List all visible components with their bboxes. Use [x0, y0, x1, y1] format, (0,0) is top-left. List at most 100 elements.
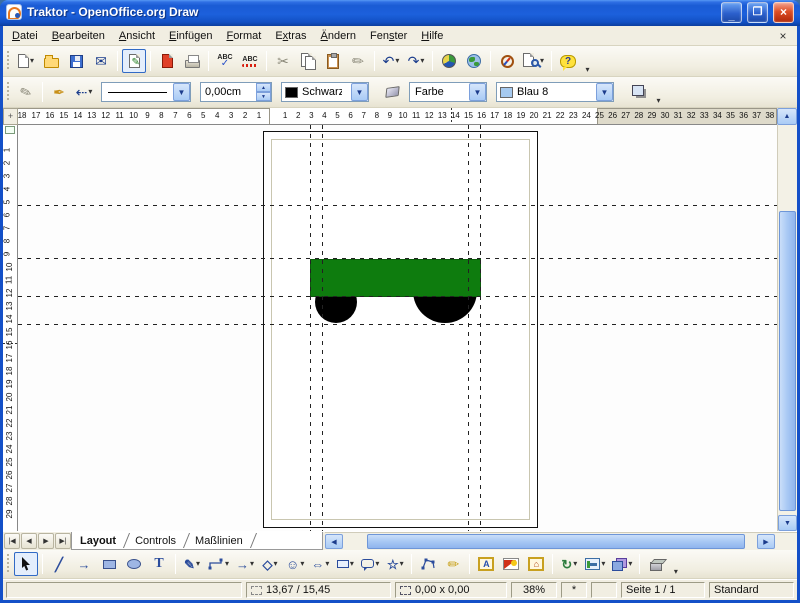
snap-guide-vertical[interactable]: [310, 125, 311, 531]
vertical-ruler[interactable]: 1234567891011121314151617181920212223242…: [3, 125, 18, 531]
fill-type-dropdown-icon[interactable]: ▼: [469, 83, 486, 101]
text-tool-button[interactable]: T: [147, 552, 171, 576]
line-color-dropdown-icon[interactable]: ▼: [351, 83, 368, 101]
line-style-select[interactable]: ▼: [101, 82, 191, 102]
line-style-dropdown-icon[interactable]: ▼: [173, 83, 190, 101]
insert-chart-button[interactable]: [437, 49, 461, 73]
vertical-scrollbar[interactable]: ▼: [777, 125, 797, 531]
curve-tool-button[interactable]: ✎▾: [180, 552, 204, 576]
toolbar-overflow-button[interactable]: ▾: [581, 60, 594, 74]
email-button[interactable]: ✉: [89, 49, 113, 73]
arrow-tool-button[interactable]: →: [72, 552, 96, 576]
arrange-button[interactable]: ▾: [609, 552, 635, 576]
line-width-field[interactable]: 0,00cm▲▼: [200, 82, 272, 102]
navigator-button[interactable]: [495, 49, 519, 73]
next-page-button[interactable]: ▶: [38, 533, 54, 549]
snap-guide-vertical[interactable]: [480, 125, 481, 531]
fill-color-select[interactable]: Blau 8▼: [496, 82, 614, 102]
snap-guide-horizontal[interactable]: [18, 296, 777, 297]
lines-arrows-tool-button[interactable]: →▾: [233, 552, 257, 576]
new-document-button[interactable]: ▾: [14, 49, 38, 73]
status-size-cell[interactable]: 0,00 x 0,00: [395, 582, 507, 598]
ruler-origin-button[interactable]: +: [3, 108, 18, 125]
alignment-button[interactable]: ▾: [582, 552, 608, 576]
extrusion-button[interactable]: [644, 552, 668, 576]
status-zoom-cell[interactable]: 38%: [511, 582, 557, 598]
trailer-body-shape[interactable]: [310, 259, 481, 297]
menu-bearbeiten[interactable]: Bearbeiten: [45, 28, 112, 44]
status-style-cell[interactable]: Standard: [709, 582, 794, 598]
horizontal-ruler[interactable]: 1817161514131211109876543211234567891011…: [18, 108, 777, 125]
menu-fenster[interactable]: Fenster: [363, 28, 414, 44]
tab-maßlinien[interactable]: Maßlinien: [187, 532, 253, 549]
toolbar-grip[interactable]: [5, 51, 11, 71]
scroll-left-button[interactable]: ◀: [325, 534, 343, 549]
paste-button[interactable]: [321, 49, 345, 73]
print-button[interactable]: [180, 49, 204, 73]
line-width-spinner[interactable]: ▲▼: [256, 83, 271, 101]
menu-ndern[interactable]: Ändern: [314, 28, 363, 44]
minimize-button[interactable]: _: [721, 2, 742, 23]
arrow-style-button[interactable]: ⇠▾: [72, 80, 96, 104]
zoom-button[interactable]: ▾: [520, 49, 547, 73]
basic-shapes-button[interactable]: ◇▾: [258, 552, 282, 576]
menu-ansicht[interactable]: Ansicht: [112, 28, 162, 44]
menu-hilfe[interactable]: Hilfe: [414, 28, 450, 44]
scroll-right-button[interactable]: ▶: [757, 534, 775, 549]
line-color-select[interactable]: Schwarz▼: [281, 82, 369, 102]
symbol-shapes-button[interactable]: ☺▾: [283, 552, 307, 576]
rectangle-tool-button[interactable]: [97, 552, 121, 576]
vertical-scrollbar-thumb[interactable]: [779, 211, 796, 511]
edit-points-button[interactable]: [416, 552, 440, 576]
first-page-button[interactable]: |◀: [4, 533, 20, 549]
open-button[interactable]: [39, 49, 63, 73]
snap-guide-vertical[interactable]: [468, 125, 469, 531]
horizontal-scrollbar-track[interactable]: [343, 533, 757, 550]
toolbar-overflow-button[interactable]: ▾: [652, 91, 665, 105]
horizontal-scrollbar-thumb[interactable]: [367, 534, 745, 549]
close-button[interactable]: ×: [773, 2, 794, 23]
redo-button[interactable]: ↷▾: [404, 49, 428, 73]
connector-tool-button[interactable]: ▾: [205, 552, 232, 576]
autospellcheck-button[interactable]: ABC: [238, 49, 262, 73]
snap-guide-horizontal[interactable]: [18, 205, 777, 206]
export-pdf-button[interactable]: [155, 49, 179, 73]
tab-layout[interactable]: Layout: [72, 532, 126, 549]
fill-type-select[interactable]: Farbe▼: [409, 82, 487, 102]
status-position-cell[interactable]: 13,67 / 15,45: [246, 582, 391, 598]
stars-button[interactable]: ☆▾: [383, 552, 407, 576]
line-tool-button[interactable]: ╱: [47, 552, 71, 576]
callouts-button[interactable]: ▾: [358, 552, 382, 576]
format-paintbrush-button[interactable]: ✎: [346, 49, 370, 73]
edit-mode-button[interactable]: ✎: [122, 49, 146, 73]
help-button[interactable]: ?: [556, 49, 580, 73]
cut-button[interactable]: ✂: [271, 49, 295, 73]
snap-guide-horizontal[interactable]: [18, 324, 777, 325]
hyperlink-button[interactable]: [462, 49, 486, 73]
save-button[interactable]: [64, 49, 88, 73]
copy-button[interactable]: [296, 49, 320, 73]
line-dialog-button[interactable]: ✒: [47, 80, 71, 104]
drawing-canvas[interactable]: [18, 125, 777, 531]
spellcheck-button[interactable]: ABC✓: [213, 49, 237, 73]
document-close-icon[interactable]: ×: [775, 28, 791, 44]
block-arrows-button[interactable]: ⇔▾: [308, 552, 332, 576]
toolbar-overflow-button[interactable]: ▾: [669, 562, 682, 576]
menu-extras[interactable]: Extras: [268, 28, 313, 44]
toolbar-grip[interactable]: [5, 554, 11, 574]
snap-guide-horizontal[interactable]: [18, 258, 777, 259]
previous-page-button[interactable]: ◀: [21, 533, 37, 549]
fill-dialog-button[interactable]: [380, 80, 404, 104]
menu-einfgen[interactable]: Einfügen: [162, 28, 219, 44]
toolbar-grip[interactable]: [5, 82, 11, 102]
snap-guide-vertical[interactable]: [322, 125, 323, 531]
tab-controls[interactable]: Controls: [127, 532, 186, 549]
maximize-button[interactable]: ❐: [747, 2, 768, 23]
select-tool-button[interactable]: [14, 552, 38, 576]
flowchart-button[interactable]: ▾: [333, 552, 357, 576]
menu-datei[interactable]: Datei: [5, 28, 45, 44]
scroll-up-button[interactable]: ▲: [777, 108, 797, 125]
edit-points-mode-button[interactable]: ✏: [14, 80, 38, 104]
shadow-button[interactable]: [627, 80, 651, 104]
rotate-button[interactable]: ↻▾: [557, 552, 581, 576]
